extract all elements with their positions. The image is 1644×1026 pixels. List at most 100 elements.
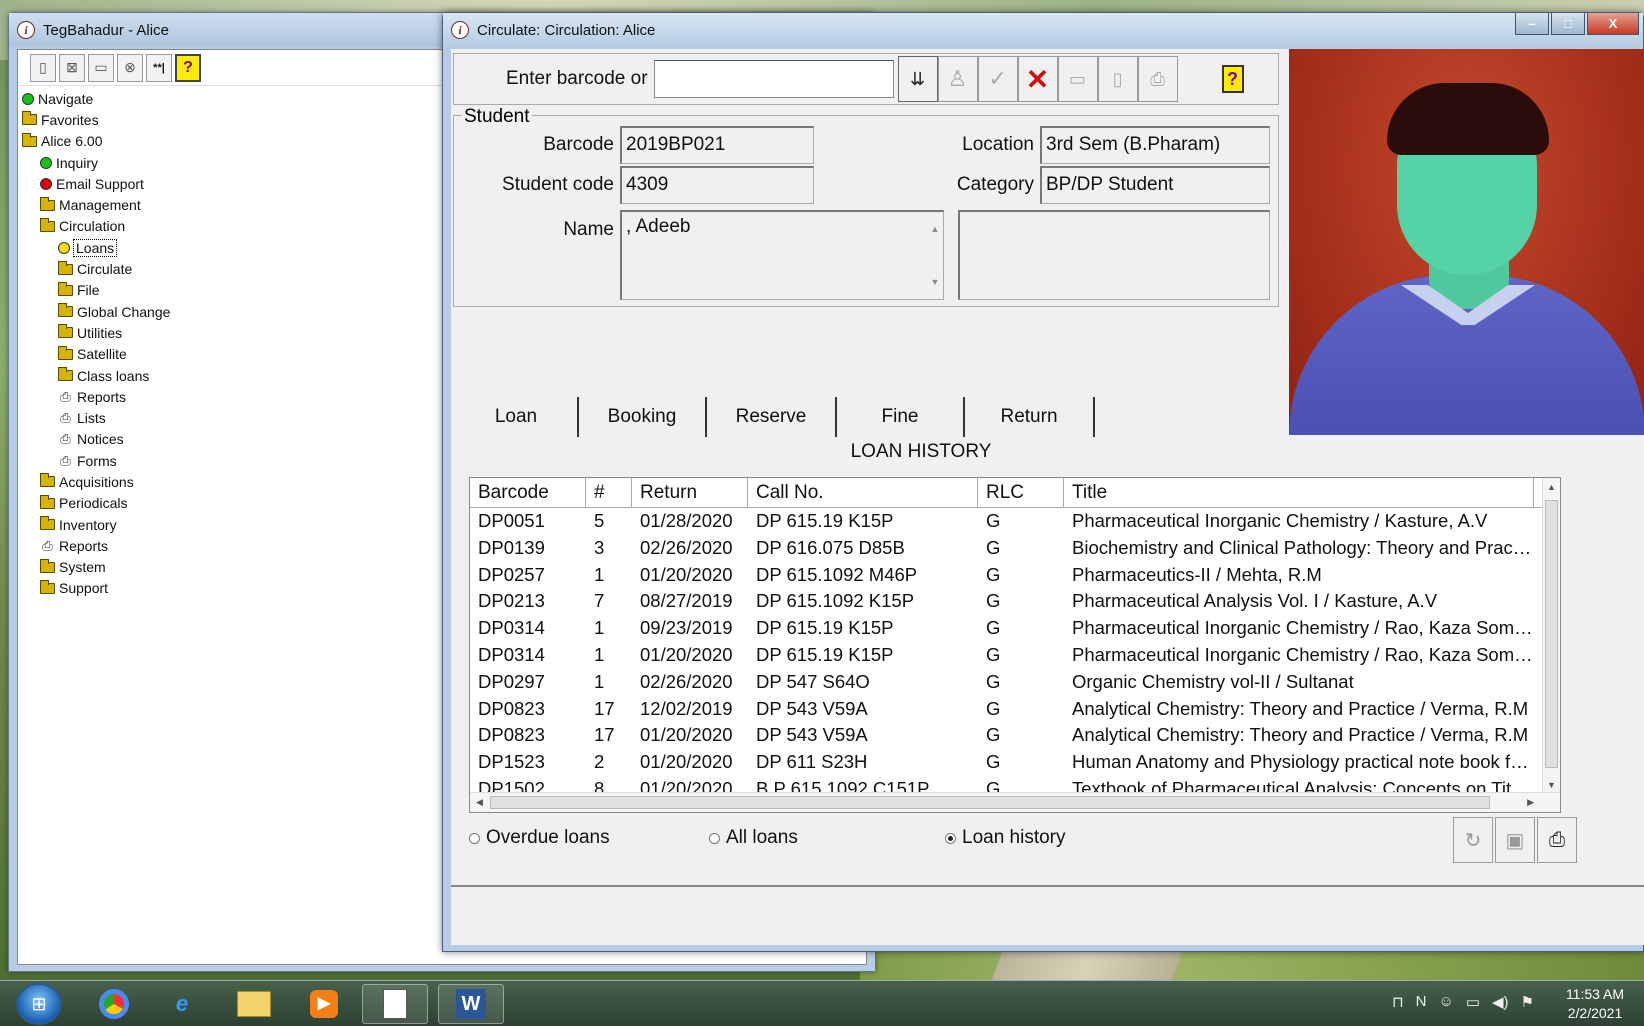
name-label: Name	[563, 219, 614, 240]
category-field[interactable]: BP/DP Student	[1040, 166, 1270, 204]
word-icon[interactable]: W	[438, 984, 504, 1024]
circulation-window: i Circulate: Circulation: Alice – □ X En…	[442, 12, 1644, 952]
password-icon[interactable]: **|	[146, 53, 172, 82]
folder-icon	[58, 303, 73, 318]
clock[interactable]: 11:53 AM 2/2/2021	[1560, 985, 1630, 1023]
table-cell: DP 615.1092 M46P	[756, 563, 918, 585]
radio-button[interactable]	[469, 832, 480, 844]
horizontal-scrollbar[interactable]: ◀ ▶	[470, 792, 1560, 812]
folder-icon	[40, 473, 55, 488]
print-icon[interactable]: ⎙	[1537, 817, 1577, 863]
clock-date: 2/2/2021	[1567, 1005, 1623, 1021]
vertical-scrollbar[interactable]: ▲ ▼	[1542, 478, 1560, 792]
tree-item-label: Loans	[72, 238, 118, 257]
chrome-icon[interactable]	[92, 984, 136, 1024]
action-center-flag-icon[interactable]: ⚑	[1521, 993, 1534, 1011]
folder-icon	[22, 111, 37, 126]
minimize-button[interactable]: –	[1515, 13, 1549, 35]
tree-item-label: Acquisitions	[59, 473, 134, 490]
table-row[interactable]: DP0823 17 01/20/2020 DP 543 V59A G Analytical…	[470, 722, 1560, 749]
barcode-row: Barcode 2019BP021	[454, 126, 814, 164]
delete-document-icon[interactable]: ⊠	[59, 53, 85, 82]
save-icon[interactable]: ▣	[1495, 817, 1535, 863]
refresh-icon[interactable]: ↻	[1453, 817, 1493, 863]
tree-item-label: Reports	[77, 388, 127, 405]
name-field[interactable]: , Adeeb ▲ ▼	[620, 210, 944, 300]
barcode-field[interactable]: 2019BP021	[620, 126, 814, 164]
table-cell: 02/26/2020	[640, 536, 733, 558]
table-cell: DP0297	[478, 670, 545, 692]
table-row[interactable]: DP0139 3 02/26/2020 DP 616.075 D85B G Biochem…	[470, 535, 1560, 562]
help-icon[interactable]: ?	[1221, 65, 1244, 93]
table-cell: Biochemistry and Clinical Pathology: The…	[1072, 536, 1534, 558]
cancel-icon[interactable]: ✕	[1017, 56, 1058, 102]
location-field[interactable]: 3rd Sem (B.Pharam)	[1040, 126, 1270, 164]
printer-icon: ⎙	[60, 452, 71, 468]
onenote-icon[interactable]: N	[1416, 993, 1427, 1011]
table-cell: 01/20/2020	[640, 563, 733, 585]
student-code-field[interactable]: 4309	[620, 166, 814, 204]
column-header[interactable]: Call No.	[748, 478, 978, 507]
table-row[interactable]: DP0823 17 12/02/2019 DP 543 V59A G Analytical…	[470, 696, 1560, 723]
tab-loan[interactable]: Loan	[455, 397, 579, 437]
radio-option[interactable]: Loan history	[945, 827, 1066, 849]
file-explorer-icon[interactable]	[232, 984, 276, 1024]
column-header[interactable]: RLC	[978, 478, 1064, 507]
table-cell: G	[986, 510, 1001, 531]
cancel-icon[interactable]: ⊗	[117, 53, 143, 82]
radio-option[interactable]: Overdue loans	[469, 827, 610, 849]
radio-button[interactable]	[709, 832, 720, 844]
open-folder-icon[interactable]: ▭	[88, 53, 114, 82]
tab-fine[interactable]: Fine	[837, 397, 965, 437]
network-icon[interactable]: ⊓	[1392, 993, 1404, 1011]
table-cell: DP0314	[478, 617, 545, 639]
table-cell: 1	[594, 643, 605, 665]
accept-icon[interactable]: ✓	[977, 56, 1018, 102]
radio-option[interactable]: All loans	[709, 827, 798, 849]
column-header[interactable]: Title	[1064, 478, 1534, 507]
table-row[interactable]: DP1523 2 01/20/2020 DP 611 S23H G Human Anato…	[470, 749, 1560, 776]
tab-reserve[interactable]: Reserve	[707, 397, 837, 437]
new-document-icon[interactable]: ▯	[30, 53, 56, 82]
person-icon[interactable]: ♙	[937, 56, 978, 102]
lookup-button[interactable]: ⇊	[897, 56, 938, 102]
radio-button[interactable]	[945, 832, 956, 844]
help-icon[interactable]: ?	[175, 53, 201, 82]
column-header[interactable]: Barcode	[470, 478, 586, 507]
open-folder-icon[interactable]: ▭	[1057, 56, 1098, 102]
tab-return[interactable]: Return	[965, 397, 1095, 437]
notes-field[interactable]	[958, 210, 1270, 300]
table-cell: Pharmaceutics-II / Mehta, R.M	[1072, 563, 1322, 585]
new-document-icon[interactable]: ▯	[1097, 56, 1138, 102]
user-icon[interactable]: ☺	[1439, 993, 1454, 1011]
table-cell: DP 615.19 K15P	[756, 643, 894, 665]
table-row[interactable]: DP0051 5 01/28/2020 DP 615.19 K15P G Pharmace…	[470, 508, 1560, 535]
start-button[interactable]: ⊞	[16, 983, 62, 1025]
name-scrollbar[interactable]: ▲ ▼	[929, 216, 941, 295]
close-button[interactable]: X	[1587, 13, 1639, 35]
table-row[interactable]: DP0257 1 01/20/2020 DP 615.1092 M46P G Pharma…	[470, 562, 1560, 589]
column-header[interactable]: Return	[632, 478, 748, 507]
table-row[interactable]: DP0213 7 08/27/2019 DP 615.1092 K15P G Pharma…	[470, 588, 1560, 615]
tree-item-label: Forms	[77, 452, 117, 469]
printer-icon: ⎙	[60, 388, 71, 404]
display-icon[interactable]: ▭	[1466, 993, 1480, 1011]
column-header[interactable]: #	[586, 478, 632, 507]
tree-item-label: Inventory	[59, 516, 117, 533]
folder-icon	[58, 345, 73, 360]
table-row[interactable]: DP0297 1 02/26/2020 DP 547 S64O G Organic Che…	[470, 669, 1560, 696]
barcode-input[interactable]	[653, 60, 894, 98]
alice-app-icon[interactable]	[362, 984, 428, 1024]
internet-explorer-icon[interactable]: e	[160, 984, 204, 1024]
tree-item-label: Class loans	[77, 367, 150, 384]
tree-item-label: Lists	[77, 410, 106, 427]
table-row[interactable]: DP0314 1 01/20/2020 DP 615.19 K15P G Pharmace…	[470, 642, 1560, 669]
print-icon[interactable]: ⎙	[1137, 56, 1178, 102]
maximize-button[interactable]: □	[1551, 13, 1585, 35]
main-window-titlebar[interactable]: i Circulate: Circulation: Alice – □ X	[443, 13, 1643, 47]
tab-booking[interactable]: Booking	[579, 397, 707, 437]
table-row[interactable]: DP0314 1 09/23/2019 DP 615.19 K15P G Pharmace…	[470, 615, 1560, 642]
tree-item-label: Circulate	[77, 261, 133, 278]
media-player-icon[interactable]: ▶	[302, 984, 346, 1024]
volume-icon[interactable]: ◀)	[1492, 993, 1509, 1011]
